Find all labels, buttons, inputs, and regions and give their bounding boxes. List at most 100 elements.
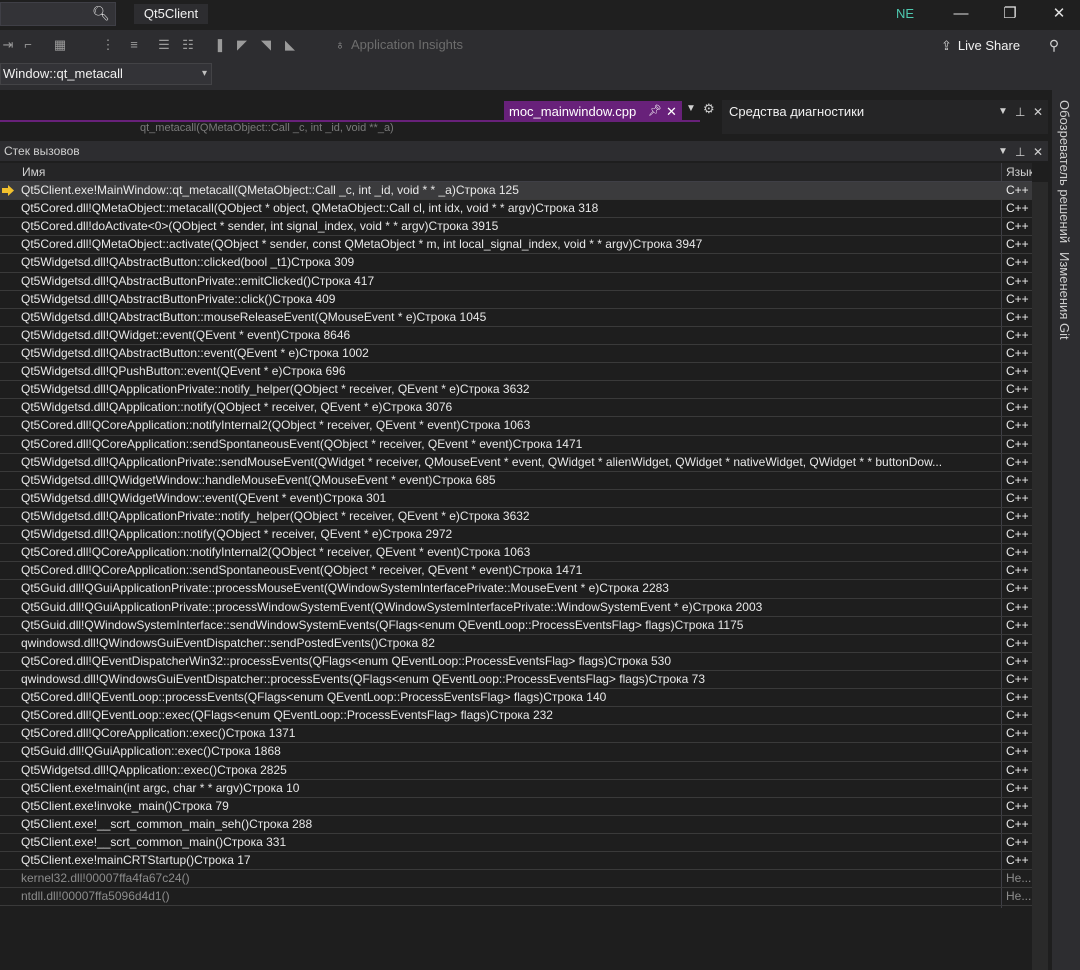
table-row[interactable]: kernel32.dll!00007ffa4fa67c24() Не...	[0, 870, 1032, 889]
feedback-icon[interactable]: ⚲	[1044, 37, 1064, 55]
table-row[interactable]: Qt5Cored.dll!QEventLoop::processEvents(Q…	[0, 689, 1032, 708]
bookmark-icon[interactable]: ❚	[212, 36, 228, 54]
diag-menu-icon[interactable]: ▼	[998, 104, 1008, 120]
frame-language: C++	[1006, 545, 1029, 560]
live-share-button[interactable]: ⇪ Live Share	[941, 37, 1020, 55]
table-row[interactable]: Qt5Client.exe!main(int argc, char * * ar…	[0, 780, 1032, 798]
frame-name: Qt5Client.exe!__scrt_common_main()Строка…	[21, 834, 287, 849]
table-row[interactable]: Qt5Client.exe!mainCRTStartup()Строка 17 C…	[0, 852, 1032, 871]
frame-language: C++	[1006, 762, 1029, 777]
table-row[interactable]: Qt5Cored.dll!doActivate<0>(QObject * sen…	[0, 218, 1032, 237]
table-row[interactable]: Qt5Widgetsd.dll!QApplicationPrivate::sen…	[0, 454, 1032, 472]
table-row[interactable]: Qt5Cored.dll!QMetaObject::activate(QObje…	[0, 236, 1032, 255]
application-insights-button[interactable]: Application Insights	[351, 37, 463, 53]
cs-close-icon[interactable]: ✕	[1033, 144, 1043, 160]
table-row[interactable]: ntdll.dll!00007ffa5096d4d1() Не...	[0, 888, 1032, 907]
table-row[interactable]: Qt5Cored.dll!QCoreApplication::sendSpont…	[0, 562, 1032, 581]
minimize-button[interactable]: —	[946, 2, 976, 26]
frame-name: Qt5Cored.dll!doActivate<0>(QObject * sen…	[21, 219, 499, 234]
outdent-icon[interactable]: ≡	[126, 36, 142, 54]
table-row[interactable]: Qt5Widgetsd.dll!QAbstractButtonPrivate::…	[0, 291, 1032, 309]
table-row[interactable]: Qt5Widgetsd.dll!QWidgetWindow::event(QEv…	[0, 490, 1032, 508]
table-row[interactable]: Qt5Widgetsd.dll!QAbstractButton::event(Q…	[0, 345, 1032, 364]
frame-name: Qt5Widgetsd.dll!QApplication::notify(QOb…	[21, 527, 453, 542]
clear-bookmarks-icon[interactable]: ◣	[282, 36, 298, 54]
column-header-name[interactable]: Имя	[22, 165, 45, 179]
table-row[interactable]: Qt5Cored.dll!QCoreApplication::exec()Стр…	[0, 725, 1032, 744]
table-row[interactable]: Qt5Widgetsd.dll!QWidgetWindow::handleMou…	[0, 472, 1032, 490]
frame-name: Qt5Cored.dll!QCoreApplication::sendSpont…	[21, 436, 583, 451]
table-row[interactable]: Qt5Widgetsd.dll!QAbstractButton::mouseRe…	[0, 309, 1032, 327]
table-row[interactable]: Qt5Cored.dll!QCoreApplication::notifyInt…	[0, 417, 1032, 436]
table-row[interactable]: Qt5Client.exe!MainWindow::qt_metacall(QM…	[0, 182, 1032, 201]
cs-pin-icon[interactable]: ⊥	[1015, 144, 1025, 160]
table-row[interactable]: Qt5Widgetsd.dll!QAbstractButtonPrivate::…	[0, 273, 1032, 291]
frame-name: Qt5Guid.dll!QWindowSystemInterface::send…	[21, 617, 744, 632]
comment-icon[interactable]: ☰	[156, 36, 172, 54]
prev-bookmark-icon[interactable]: ◤	[234, 36, 250, 54]
tab-git-changes[interactable]: Изменения Git	[1057, 252, 1072, 340]
frame-language: C++	[1006, 345, 1029, 360]
vertical-scrollbar[interactable]	[1032, 182, 1048, 970]
frame-language: C++	[1006, 599, 1029, 614]
table-row[interactable]: Qt5Client.exe!__scrt_common_main()Строка…	[0, 834, 1032, 853]
frame-name: Qt5Client.exe!__scrt_common_main_seh()Ст…	[21, 816, 313, 831]
cs-menu-icon[interactable]: ▼	[998, 144, 1008, 160]
grid-icon[interactable]: ▦	[52, 36, 68, 54]
table-row[interactable]: Qt5Guid.dll!QWindowSystemInterface::send…	[0, 617, 1032, 635]
tab-moc-mainwindow[interactable]: moc_mainwindow.cpp 📌︎ ✕	[504, 101, 682, 122]
table-row[interactable]: Qt5Guid.dll!QGuiApplication::exec()Строк…	[0, 743, 1032, 762]
table-row[interactable]: Qt5Guid.dll!QGuiApplicationPrivate::proc…	[0, 599, 1032, 617]
maximize-button[interactable]: ❐	[995, 2, 1025, 26]
user-avatar[interactable]: NE	[893, 4, 917, 24]
table-row[interactable]: Qt5Client.exe!invoke_main()Строка 79 C++	[0, 798, 1032, 816]
step-icon[interactable]: ⇥	[0, 36, 16, 54]
lightbulb-icon[interactable]: ♁	[332, 36, 348, 54]
member-dropdown[interactable]: Window::qt_metacall ▾	[0, 63, 212, 85]
frame-name: Qt5Widgetsd.dll!QApplicationPrivate::not…	[21, 508, 530, 523]
close-button[interactable]: ✕	[1044, 2, 1074, 26]
frame-language: C++	[1006, 364, 1029, 379]
column-header-language[interactable]: Язык	[1006, 165, 1032, 179]
frame-name: Qt5Cored.dll!QCoreApplication::notifyInt…	[21, 545, 531, 560]
indent-icon[interactable]: ⋮	[100, 36, 116, 54]
table-row[interactable]: qwindowsd.dll!QWindowsGuiEventDispatcher…	[0, 635, 1032, 653]
table-row[interactable]: Qt5Widgetsd.dll!QApplication::notify(QOb…	[0, 526, 1032, 545]
table-row[interactable]: Qt5Widgetsd.dll!QAbstractButton::clicked…	[0, 254, 1032, 273]
pin-icon[interactable]: 📌︎	[648, 101, 662, 122]
frame-language: C++	[1006, 527, 1029, 542]
gear-icon[interactable]: ⚙	[703, 101, 715, 117]
table-row[interactable]: Qt5Widgetsd.dll!QPushButton::event(QEven…	[0, 363, 1032, 382]
tab-overflow-icon[interactable]: ▼	[686, 103, 696, 114]
table-row[interactable]: Qt5Widgetsd.dll!QApplication::notify(QOb…	[0, 399, 1032, 418]
table-row[interactable]: Qt5Cored.dll!QCoreApplication::notifyInt…	[0, 544, 1032, 563]
table-row[interactable]: Qt5Widgetsd.dll!QWidget::event(QEvent * …	[0, 327, 1032, 345]
table-row[interactable]: Qt5Widgetsd.dll!QApplicationPrivate::not…	[0, 508, 1032, 527]
table-row[interactable]: Qt5Cored.dll!QMetaObject::metacall(QObje…	[0, 200, 1032, 219]
table-row[interactable]: Qt5Cored.dll!QCoreApplication::sendSpont…	[0, 436, 1032, 454]
frame-language: C++	[1006, 183, 1029, 197]
table-row[interactable]: qwindowsd.dll!QWindowsGuiEventDispatcher…	[0, 671, 1032, 690]
frame-name: Qt5Widgetsd.dll!QPushButton::event(QEven…	[21, 364, 346, 379]
search-icon[interactable]: 🔍︎	[92, 4, 110, 22]
table-row[interactable]: Qt5Cored.dll!QEventLoop::exec(QFlags<enu…	[0, 707, 1032, 726]
frame-name: Qt5Widgetsd.dll!QAbstractButtonPrivate::…	[21, 291, 336, 306]
next-bookmark-icon[interactable]: ◥	[258, 36, 274, 54]
table-row[interactable]: Qt5Cored.dll!QEventDispatcherWin32::proc…	[0, 653, 1032, 671]
frame-language: C++	[1006, 219, 1029, 234]
table-row[interactable]: Qt5Widgetsd.dll!QApplicationPrivate::not…	[0, 381, 1032, 400]
format-icon[interactable]: ⌐	[20, 36, 36, 54]
frame-name: Qt5Widgetsd.dll!QAbstractButtonPrivate::…	[21, 273, 375, 288]
close-tab-icon[interactable]: ✕	[666, 101, 677, 122]
diag-pin-icon[interactable]: ⊥	[1015, 104, 1025, 120]
frame-language: C++	[1006, 400, 1029, 415]
frame-language: C++	[1006, 816, 1029, 831]
table-row[interactable]: Qt5Client.exe!__scrt_common_main_seh()Ст…	[0, 816, 1032, 834]
table-row[interactable]: Qt5Guid.dll!QGuiApplicationPrivate::proc…	[0, 580, 1032, 599]
call-stack-title: Стек вызовов	[4, 144, 80, 158]
uncomment-icon[interactable]: ☷	[180, 36, 196, 54]
table-row[interactable]: Qt5Widgetsd.dll!QApplication::exec()Стро…	[0, 762, 1032, 780]
diag-close-icon[interactable]: ✕	[1033, 104, 1043, 120]
frame-name: Qt5Widgetsd.dll!QWidgetWindow::event(QEv…	[21, 490, 387, 505]
tab-solution-explorer[interactable]: Обозреватель решений	[1057, 100, 1072, 243]
